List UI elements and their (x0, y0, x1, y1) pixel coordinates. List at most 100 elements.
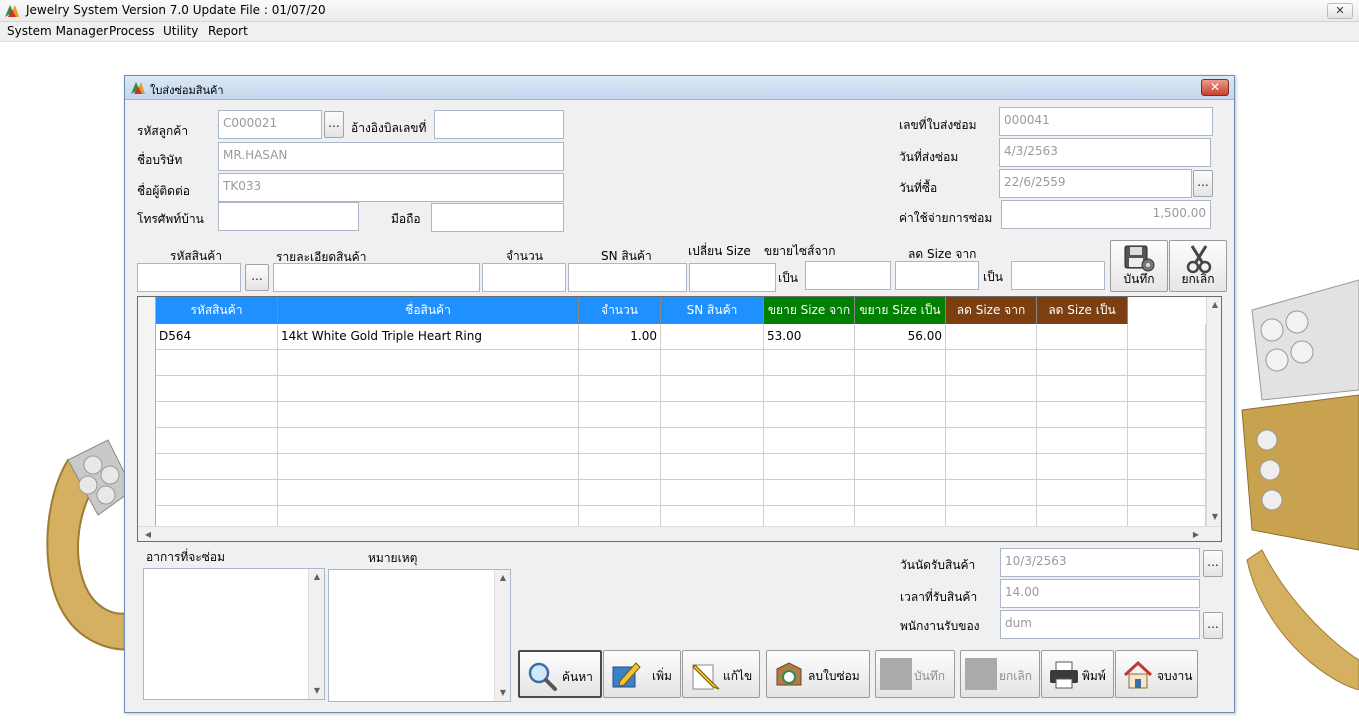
grid-cell[interactable] (764, 454, 855, 480)
grid-filler-cell[interactable] (1128, 480, 1206, 506)
symptom-scrollbar[interactable]: ▲ ▼ (308, 569, 324, 699)
entry-cancel-button[interactable]: ยกเลิก (1169, 240, 1227, 292)
delete-order-button[interactable]: ลบใบซ่อม (766, 650, 870, 698)
grid-cell[interactable] (156, 402, 278, 428)
grid-cell[interactable] (579, 350, 661, 376)
scroll-up-arrow-icon[interactable]: ▲ (1207, 297, 1221, 313)
grid-cell[interactable] (156, 428, 278, 454)
grid-horizontal-scrollbar[interactable]: ◀ ▶ (138, 526, 1221, 541)
purchase-date-picker-button[interactable]: ... (1193, 170, 1213, 197)
menu-system-manager[interactable]: System Manager (7, 24, 108, 38)
grid-cell[interactable] (764, 376, 855, 402)
note-textarea[interactable]: ▲ ▼ (328, 569, 511, 702)
grid-cell[interactable] (661, 402, 764, 428)
repair-items-grid[interactable]: รหัสสินค้า ชื่อสินค้า จำนวน SN สินค้า ขย… (137, 296, 1222, 542)
grid-vertical-scrollbar[interactable]: ▲ ▼ (1206, 297, 1221, 526)
grid-cell[interactable] (1037, 376, 1128, 402)
grid-filler-cell[interactable] (1128, 376, 1206, 402)
grid-filler-cell[interactable] (1128, 454, 1206, 480)
grid-cell[interactable] (946, 376, 1037, 402)
grid-cell[interactable] (855, 350, 946, 376)
grid-cell[interactable] (579, 376, 661, 402)
symptom-textarea[interactable]: ▲ ▼ (143, 568, 325, 700)
exit-button[interactable]: จบงาน (1115, 650, 1198, 698)
grid-cell[interactable] (764, 480, 855, 506)
grid-cell[interactable] (1037, 402, 1128, 428)
product-code-field[interactable] (137, 263, 241, 292)
col-product-name[interactable]: ชื่อสินค้า (278, 297, 579, 324)
menu-utility[interactable]: Utility (163, 24, 198, 38)
grid-cell[interactable] (855, 402, 946, 428)
col-enlarge-from[interactable]: ขยาย Size จาก (764, 297, 855, 324)
col-reduce-to[interactable]: ลด Size เป็น (1037, 297, 1128, 324)
repair-date-field[interactable]: 4/3/2563 (999, 138, 1211, 167)
note-scrollbar[interactable]: ▲ ▼ (494, 570, 510, 701)
symptom-scroll-up-icon[interactable]: ▲ (309, 569, 325, 585)
search-button[interactable]: ค้นหา (518, 650, 602, 698)
grid-cell[interactable] (1037, 350, 1128, 376)
product-lookup-button[interactable]: ... (245, 264, 269, 291)
menu-process[interactable]: Process (109, 24, 155, 38)
note-scroll-up-icon[interactable]: ▲ (495, 570, 511, 586)
symptom-scroll-down-icon[interactable]: ▼ (309, 683, 325, 699)
enlarge-to-field[interactable] (805, 261, 891, 290)
grid-cell[interactable] (278, 454, 579, 480)
grid-cell[interactable]: 53.00 (764, 324, 855, 350)
grid-cell[interactable] (579, 480, 661, 506)
grid-cell[interactable] (946, 480, 1037, 506)
grid-cell[interactable] (156, 454, 278, 480)
grid-cell[interactable] (1037, 480, 1128, 506)
dialog-close-button[interactable]: ✕ (1201, 79, 1229, 96)
grid-cell[interactable] (579, 454, 661, 480)
grid-cell[interactable] (855, 454, 946, 480)
grid-cell[interactable] (661, 376, 764, 402)
qty-field[interactable] (482, 263, 566, 292)
entry-save-button[interactable]: บันทึก (1110, 240, 1168, 292)
appointment-date-picker-button[interactable]: ... (1203, 550, 1223, 577)
grid-cell[interactable] (661, 454, 764, 480)
scroll-down-arrow-icon[interactable]: ▼ (1207, 509, 1221, 525)
grid-filler-cell[interactable] (1128, 350, 1206, 376)
col-reduce-from[interactable]: ลด Size จาก (946, 297, 1037, 324)
grid-cell[interactable] (579, 402, 661, 428)
grid-cell[interactable] (764, 402, 855, 428)
grid-cell[interactable] (278, 350, 579, 376)
col-product-code[interactable]: รหัสสินค้า (156, 297, 278, 324)
grid-cell[interactable] (156, 350, 278, 376)
grid-cell[interactable] (764, 428, 855, 454)
print-button[interactable]: พิมพ์ (1041, 650, 1114, 698)
mobile-field[interactable] (431, 203, 564, 232)
grid-filler-cell[interactable] (1128, 402, 1206, 428)
grid-cell[interactable] (661, 350, 764, 376)
scroll-left-arrow-icon[interactable]: ◀ (140, 527, 156, 541)
cancel-button[interactable]: ยกเลิก (960, 650, 1040, 698)
col-sn[interactable]: SN สินค้า (661, 297, 764, 324)
home-phone-field[interactable] (218, 202, 359, 231)
receive-time-field[interactable]: 14.00 (1000, 579, 1200, 608)
customer-code-field[interactable]: C000021 (218, 110, 322, 139)
grid-cell[interactable] (156, 376, 278, 402)
save-button[interactable]: บันทึก (875, 650, 955, 698)
note-scroll-down-icon[interactable]: ▼ (495, 685, 511, 701)
sn-field[interactable] (568, 263, 687, 292)
grid-cell[interactable]: D564 (156, 324, 278, 350)
grid-filler-cell[interactable] (1128, 428, 1206, 454)
grid-cell[interactable] (946, 324, 1037, 350)
grid-cell[interactable] (1037, 454, 1128, 480)
grid-cell[interactable] (661, 428, 764, 454)
reduce-to-field[interactable] (1011, 261, 1105, 290)
grid-cell[interactable] (946, 350, 1037, 376)
customer-lookup-button[interactable]: ... (324, 111, 344, 138)
col-qty[interactable]: จำนวน (579, 297, 661, 324)
purchase-date-field[interactable]: 22/6/2559 (999, 169, 1192, 198)
add-button[interactable]: เพิ่ม (603, 650, 681, 698)
app-close-button[interactable]: ✕ (1327, 3, 1353, 19)
menu-report[interactable]: Report (208, 24, 248, 38)
grid-cell[interactable] (579, 428, 661, 454)
grid-cell[interactable]: 1.00 (579, 324, 661, 350)
appointment-date-field[interactable]: 10/3/2563 (1000, 548, 1200, 577)
staff-lookup-button[interactable]: ... (1203, 612, 1223, 639)
product-detail-field[interactable] (273, 263, 480, 292)
grid-cell[interactable] (855, 428, 946, 454)
grid-filler-cell[interactable] (1128, 324, 1206, 350)
